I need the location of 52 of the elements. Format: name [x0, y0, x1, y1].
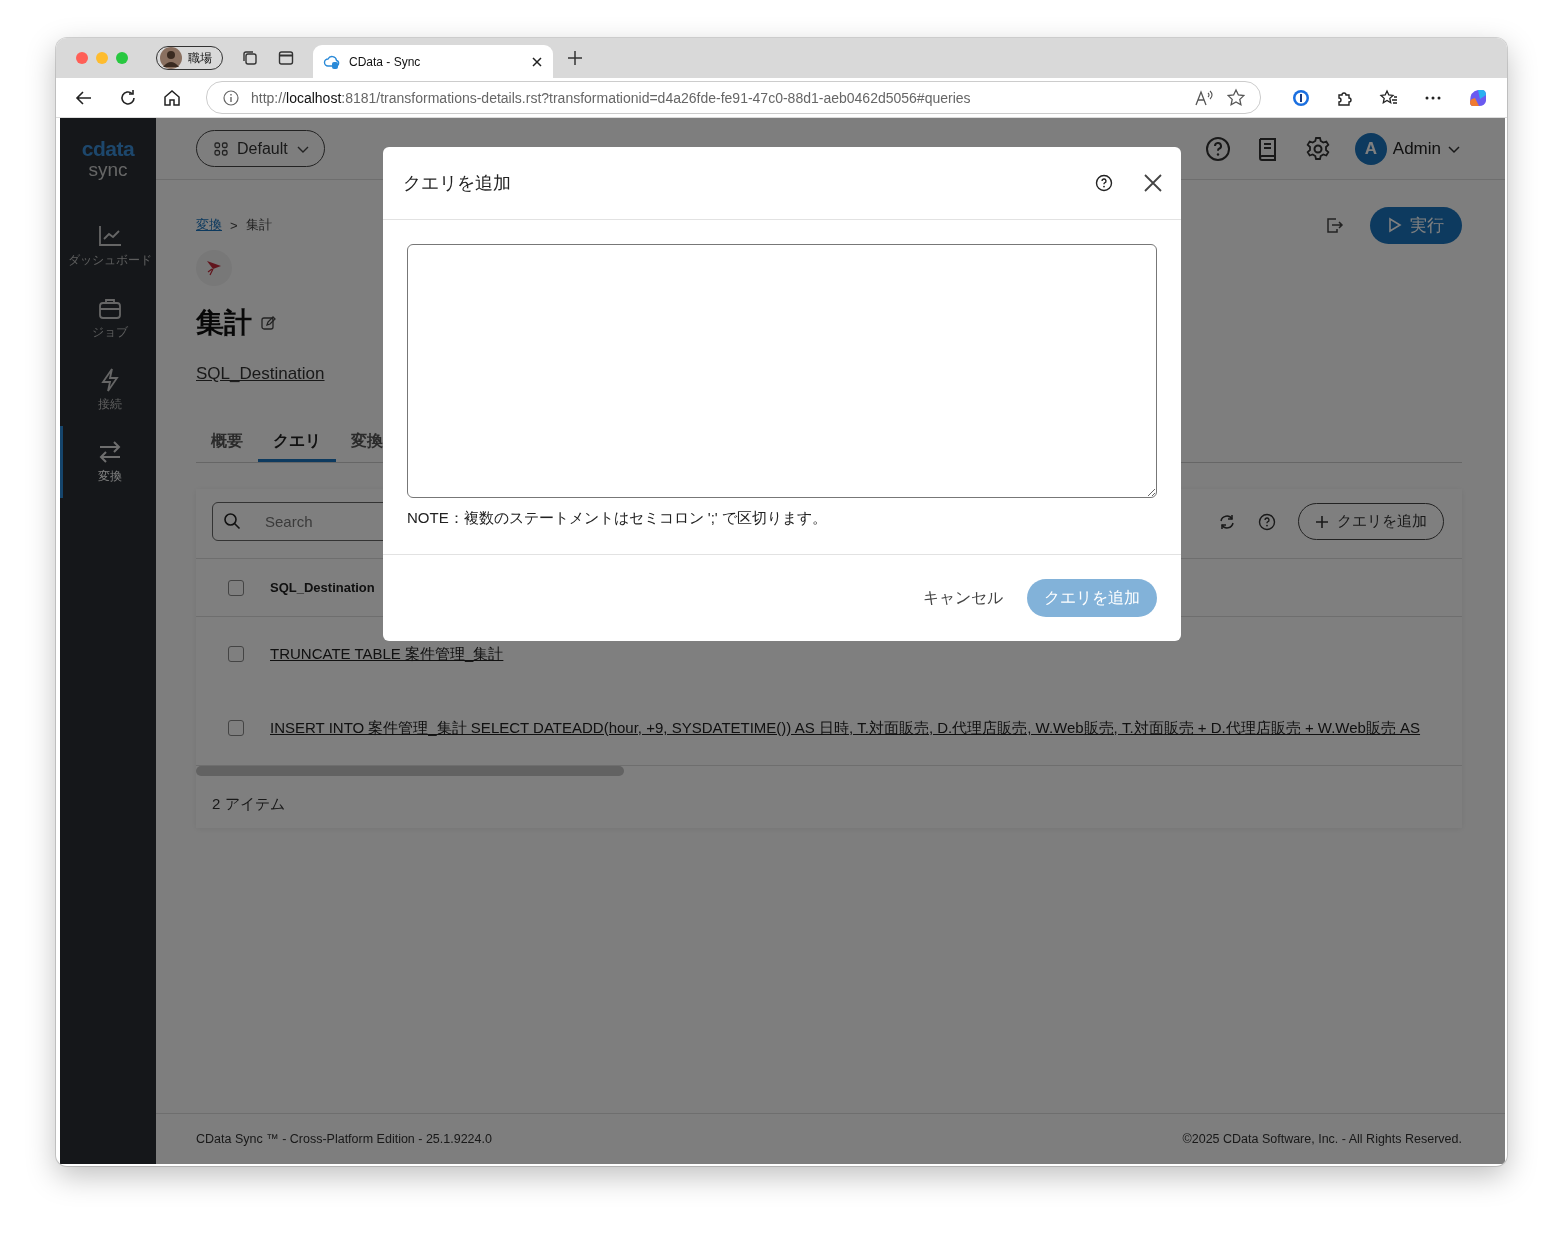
- query-link[interactable]: INSERT INTO 案件管理_集計 SELECT DATEADD(hour, +9, SYSDATETIME()) AS 日時, T.対面販売, D.代理店販売, W.Web販売, T.対面販売 + D.代理店販売 + W.Web販売 AS: [270, 718, 1421, 738]
- play-icon: [1388, 217, 1402, 233]
- avatar-icon: [160, 47, 182, 69]
- close-icon[interactable]: [1143, 173, 1163, 193]
- refresh-icon[interactable]: [1218, 512, 1236, 531]
- transformation-icon: [196, 250, 232, 286]
- cancel-button[interactable]: キャンセル: [923, 581, 1003, 615]
- grid-icon: [213, 140, 229, 157]
- item-count: 2 アイテム: [211, 794, 286, 814]
- scrollbar-thumb[interactable]: [196, 766, 624, 776]
- read-aloud-icon[interactable]: [1194, 88, 1214, 107]
- info-icon[interactable]: [223, 89, 239, 106]
- query-link[interactable]: TRUNCATE TABLE 案件管理_集計: [270, 644, 504, 664]
- help-icon[interactable]: [1095, 174, 1113, 192]
- home-icon[interactable]: [162, 87, 182, 108]
- settings-icon[interactable]: [1304, 135, 1331, 162]
- tab-panel-icon[interactable]: [277, 49, 295, 67]
- new-tab-icon[interactable]: [567, 50, 583, 66]
- chart-icon: [96, 223, 123, 248]
- row-checkbox[interactable]: [228, 720, 244, 736]
- logo: cdata: [81, 138, 135, 160]
- sidebar-item[interactable]: ダッシュボード: [60, 210, 156, 282]
- dialog-title: クエリを追加: [403, 172, 511, 195]
- star-icon[interactable]: [1226, 87, 1246, 108]
- version-text: CData Sync ™ - Cross-Platform Edition - 25.1.9224.0: [196, 1132, 492, 1146]
- add-query-button[interactable]: クエリを追加: [1298, 503, 1444, 540]
- collections-icon[interactable]: [241, 49, 259, 67]
- export-icon[interactable]: [1324, 215, 1344, 235]
- user-menu[interactable]: A Admin: [1354, 132, 1461, 165]
- breadcrumb-separator: >: [230, 217, 238, 233]
- select-all-checkbox[interactable]: [228, 579, 244, 596]
- reload-icon[interactable]: [118, 87, 138, 108]
- user-avatar: A: [1354, 132, 1387, 165]
- tab[interactable]: クエリ: [258, 424, 336, 462]
- browser-tab[interactable]: CData - Sync: [313, 45, 553, 78]
- password-manager-icon[interactable]: [1291, 87, 1311, 108]
- row-checkbox[interactable]: [228, 646, 244, 662]
- run-button[interactable]: 実行: [1370, 206, 1462, 244]
- address-field[interactable]: http://localhost:8181/transformations-details.rst?transformationid=d4a26fde-fe91-47c0-88d1-aeb0462d5056#queries: [206, 81, 1261, 114]
- copyright-text: ©2025 CData Software, Inc. - All Rights Reserved.: [1182, 1132, 1462, 1146]
- page-title: 集計: [196, 306, 252, 340]
- plus-icon: [1315, 514, 1329, 529]
- column-header: SQL_Destination: [270, 580, 375, 595]
- breadcrumb-current: 集計: [245, 216, 272, 234]
- sidebar-item[interactable]: ジョブ: [60, 282, 156, 354]
- product-name: sync: [88, 160, 128, 180]
- close-icon[interactable]: [531, 55, 543, 68]
- breadcrumb-link[interactable]: 変換: [196, 216, 222, 234]
- connection-link[interactable]: SQL_Destination: [196, 364, 325, 384]
- sidebar-item[interactable]: 接続: [60, 354, 156, 426]
- edit-icon[interactable]: [260, 315, 276, 331]
- tab[interactable]: 概要: [196, 424, 258, 462]
